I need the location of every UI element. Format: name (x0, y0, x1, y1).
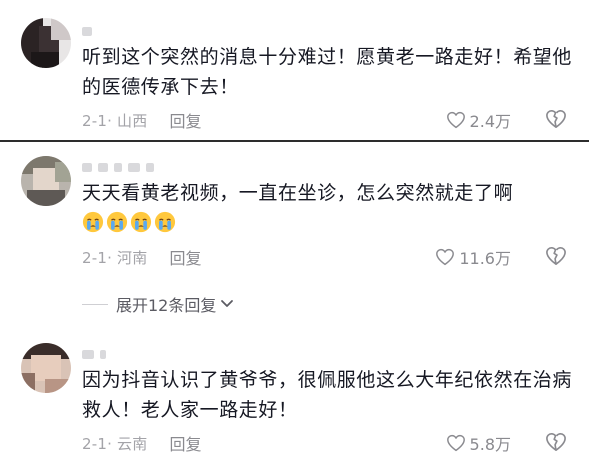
username-blurred[interactable] (82, 26, 92, 36)
like-button[interactable]: 2.4万 (446, 108, 511, 132)
dislike-button[interactable] (545, 246, 567, 270)
like-count: 5.8万 (469, 435, 511, 454)
like-count: 2.4万 (469, 112, 511, 131)
like-button[interactable]: 5.8万 (446, 431, 511, 455)
comment-date-location: 2-1· 山西 (82, 111, 148, 130)
crying-face-icon (130, 211, 152, 233)
expand-replies-button[interactable]: 展开12条回复 (82, 292, 235, 316)
heart-outline-icon (436, 248, 455, 266)
like-count: 11.6万 (459, 249, 511, 268)
username-blurred[interactable] (82, 349, 106, 359)
comment-date-location: 2-1· 河南 (82, 248, 148, 267)
crying-face-icon (82, 211, 104, 233)
avatar[interactable] (21, 156, 71, 206)
reply-button[interactable]: 回复 (169, 245, 201, 269)
broken-heart-icon (546, 433, 566, 451)
heart-outline-icon (446, 434, 465, 452)
chevron-down-icon (221, 300, 234, 307)
emoji-row (82, 211, 176, 233)
like-button[interactable]: 11.6万 (435, 245, 511, 269)
dislike-button[interactable] (545, 109, 567, 133)
comment-text: 听到这个突然的消息十分难过！愿黄老一路走好！希望他的医德传承下去！ (82, 46, 573, 98)
expand-label: 展开12条回复 (116, 296, 217, 315)
broken-heart-icon (546, 247, 566, 265)
comment-meta: 2-1· 河南 回复 (82, 245, 201, 269)
comment-meta: 2-1· 山西 回复 (82, 108, 201, 132)
avatar[interactable] (21, 343, 71, 393)
comment-text: 因为抖音认识了黄爷爷，很佩服他这么大年纪依然在治病救人！老人家一路走好！ (82, 369, 573, 421)
avatar[interactable] (21, 18, 71, 68)
heart-outline-icon (446, 111, 465, 129)
expand-line (82, 303, 108, 305)
comment-meta: 2-1· 云南 回复 (82, 431, 201, 455)
crying-face-icon (154, 211, 176, 233)
crying-face-icon (106, 211, 128, 233)
username-blurred[interactable] (82, 162, 154, 172)
section-divider (0, 140, 589, 142)
dislike-button[interactable] (545, 432, 567, 456)
comment-date-location: 2-1· 云南 (82, 434, 148, 453)
broken-heart-icon (546, 110, 566, 128)
reply-button[interactable]: 回复 (169, 108, 201, 132)
reply-button[interactable]: 回复 (169, 431, 201, 455)
comment-text: 天天看黄老视频，一直在坐诊，怎么突然就走了啊 (82, 182, 514, 204)
